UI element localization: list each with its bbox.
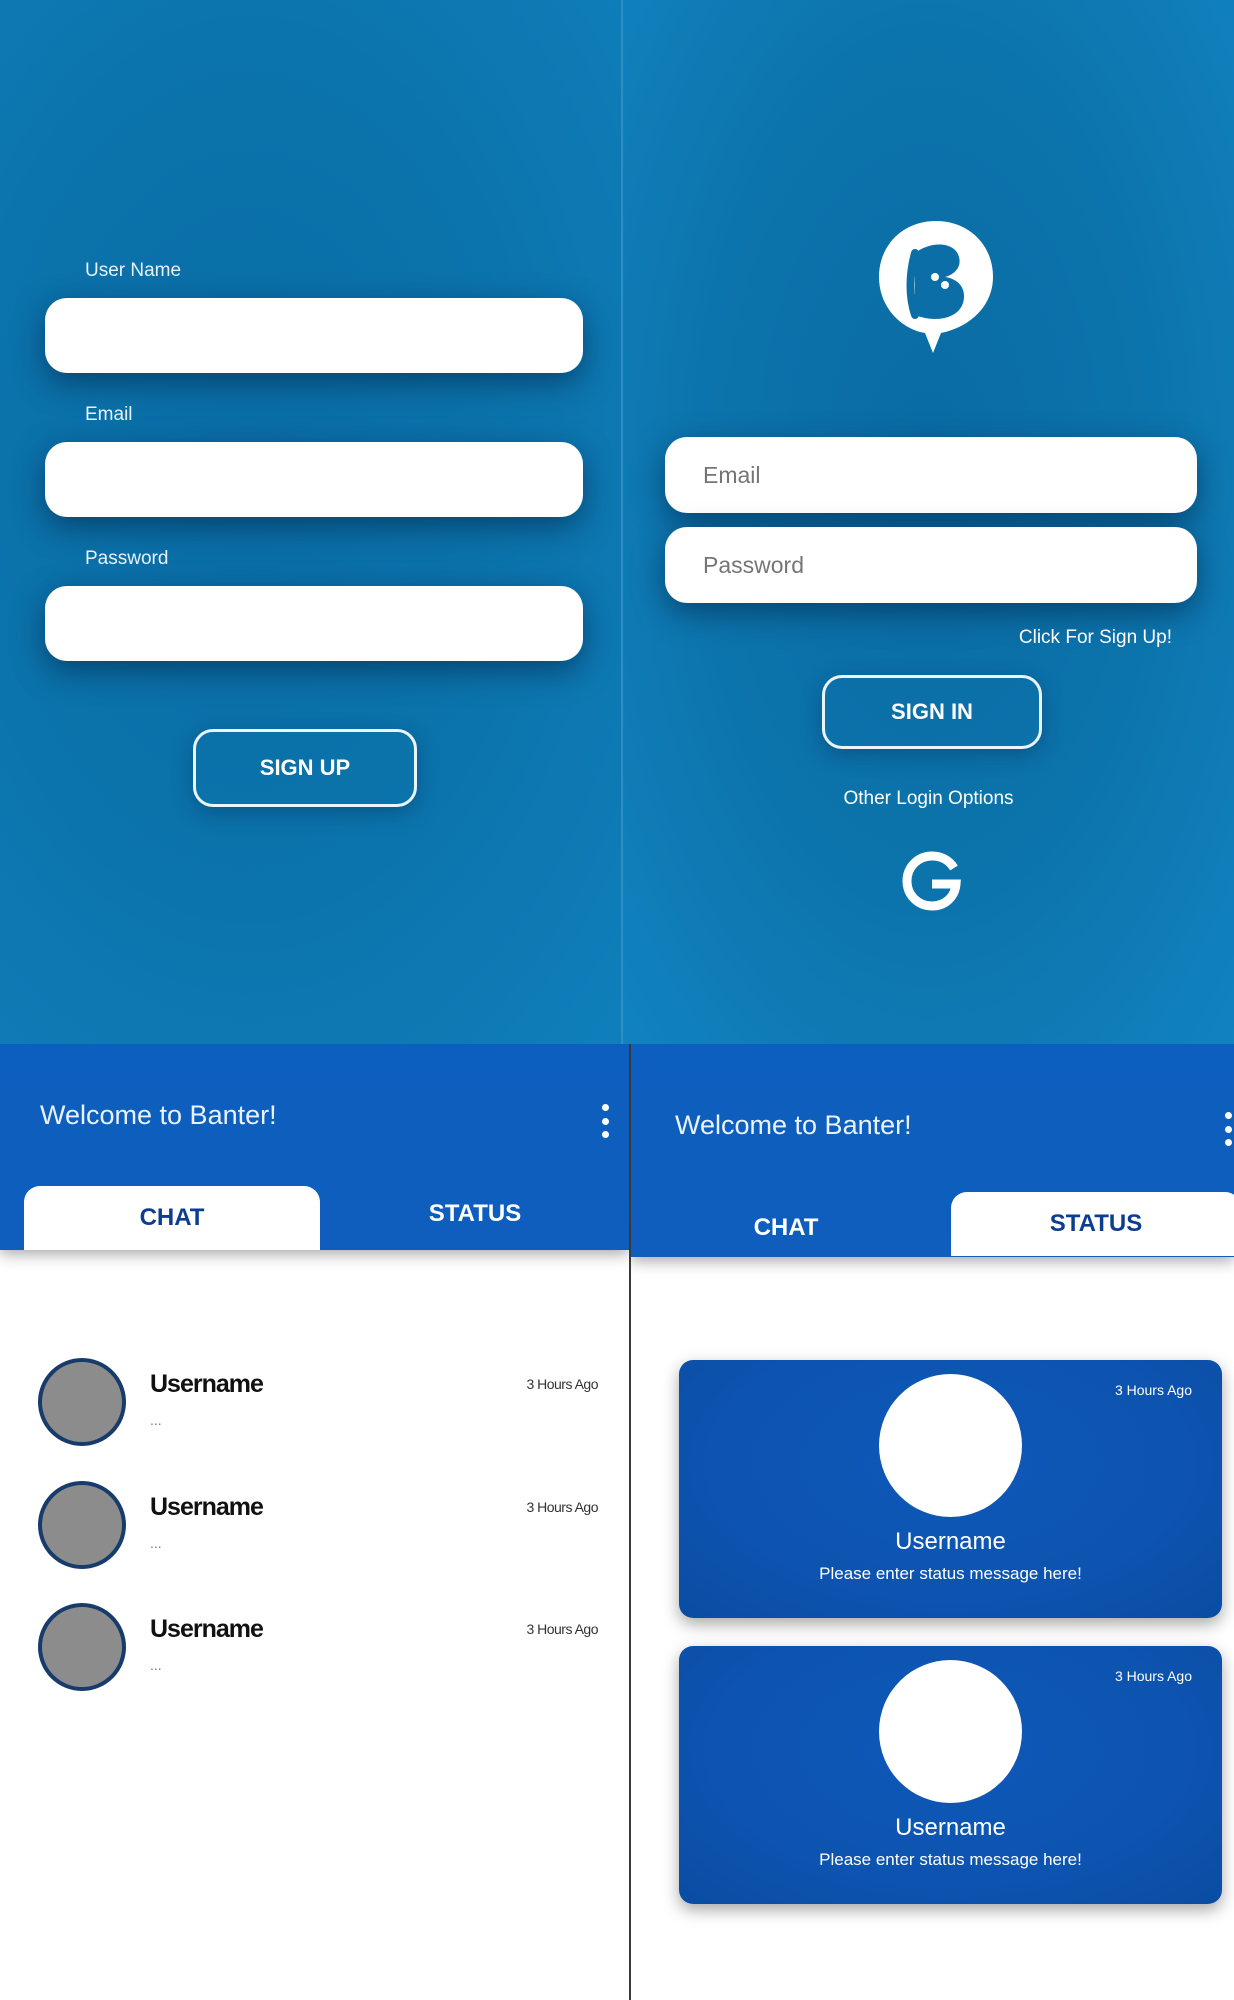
status-username: Username	[895, 1528, 1006, 1555]
signin-screen: Click For Sign Up! SIGN IN Other Login O…	[621, 0, 1234, 1044]
chat-preview: ...	[150, 1657, 162, 1673]
more-options-icon[interactable]	[600, 1104, 610, 1138]
google-icon[interactable]	[902, 850, 962, 912]
app-title: Welcome to Banter!	[40, 1100, 277, 1130]
status-screen: Welcome to Banter! CHAT STATUS 3 Hours A…	[629, 1044, 1234, 2000]
other-login-options-label: Other Login Options	[843, 788, 1014, 809]
list-item[interactable]: Username ... 3 Hours Ago	[38, 1603, 598, 1699]
tab-chat[interactable]: CHAT	[641, 1196, 931, 1260]
signup-screen: User Name Email Password SIGN UP	[0, 0, 621, 1044]
chat-time: 3 Hours Ago	[526, 1376, 598, 1392]
sign-up-button[interactable]: SIGN UP	[193, 729, 417, 807]
banter-logo-icon	[879, 221, 993, 353]
status-username: Username	[895, 1814, 1006, 1841]
username-field[interactable]	[45, 298, 583, 373]
email-label: Email	[85, 404, 133, 425]
status-card[interactable]: 3 Hours Ago Username Please enter status…	[679, 1360, 1222, 1618]
avatar	[879, 1660, 1022, 1803]
chat-time: 3 Hours Ago	[526, 1621, 598, 1637]
chat-time: 3 Hours Ago	[526, 1499, 598, 1515]
tab-status[interactable]: STATUS	[951, 1192, 1234, 1256]
status-time: 3 Hours Ago	[1114, 1668, 1192, 1684]
username-label: User Name	[85, 260, 182, 281]
chat-username: Username	[150, 1370, 264, 1398]
chat-screen: Welcome to Banter! CHAT STATUS Username …	[0, 1044, 629, 2000]
password-field[interactable]	[665, 527, 1197, 603]
sign-up-link[interactable]: Click For Sign Up!	[1019, 627, 1172, 649]
status-message: Please enter status message here!	[819, 1564, 1082, 1583]
tab-chat[interactable]: CHAT	[24, 1186, 320, 1250]
chat-username: Username	[150, 1615, 264, 1643]
avatar	[38, 1481, 126, 1569]
app-header: Welcome to Banter! CHAT STATUS	[631, 1044, 1234, 1257]
status-card[interactable]: 3 Hours Ago Username Please enter status…	[679, 1646, 1222, 1904]
list-item[interactable]: Username ... 3 Hours Ago	[38, 1358, 598, 1454]
chat-preview: ...	[150, 1412, 162, 1428]
email-field[interactable]	[45, 442, 583, 517]
avatar	[38, 1358, 126, 1446]
avatar	[879, 1374, 1022, 1517]
tab-status[interactable]: STATUS	[330, 1182, 620, 1246]
password-label: Password	[85, 548, 169, 569]
chat-username: Username	[150, 1493, 264, 1521]
sign-in-button[interactable]: SIGN IN	[822, 675, 1042, 749]
status-time: 3 Hours Ago	[1114, 1382, 1192, 1398]
status-message: Please enter status message here!	[819, 1850, 1082, 1869]
avatar	[38, 1603, 126, 1691]
email-field[interactable]	[665, 437, 1197, 513]
password-field[interactable]	[45, 586, 583, 661]
app-header: Welcome to Banter! CHAT STATUS	[0, 1044, 629, 1250]
chat-preview: ...	[150, 1535, 162, 1551]
more-options-icon[interactable]	[1223, 1112, 1233, 1146]
list-item[interactable]: Username ... 3 Hours Ago	[38, 1481, 598, 1577]
app-title: Welcome to Banter!	[675, 1110, 912, 1140]
